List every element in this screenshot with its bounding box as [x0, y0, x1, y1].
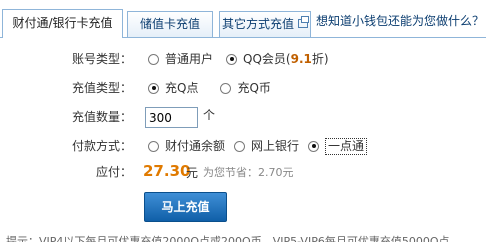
hint-text: 提示：VIP4以下每月可优惠充值2000Q点或200Q币，VIP5-VIP6每月… [6, 235, 450, 242]
tab-stored-value-card[interactable]: 储值卡充值 [127, 11, 213, 38]
radio-online-banking-indicator[interactable] [234, 140, 246, 152]
payable-currency: 元 [186, 166, 199, 180]
radio-tenpay-balance-indicator[interactable] [148, 140, 159, 152]
external-window-icon [298, 16, 309, 28]
radio-yidiantong-label: 一点通 [325, 137, 368, 155]
quantity-unit: 个 [203, 108, 216, 122]
saving-amount: 2.70元 [258, 166, 294, 179]
tab-bar: 财付通/银行卡充值 储值卡充值 其它方式充值 想知道小钱包还能为您做什么？ [0, 0, 486, 40]
quantity-row: 充值数量： [0, 106, 140, 128]
quantity-label: 充值数量： [72, 110, 133, 124]
radio-regular-user-label: 普通用户 [165, 52, 214, 66]
radio-online-banking-label: 网上银行 [251, 139, 300, 153]
radio-q-points[interactable]: 充Q点 [148, 77, 198, 99]
radio-q-points-indicator[interactable] [148, 82, 159, 94]
radio-yidiantong-indicator[interactable] [308, 140, 320, 152]
recharge-type-row: 充值类型： 充Q点 充Q币 [0, 77, 486, 99]
payable-amount: 27.30 [143, 162, 191, 180]
promo-link[interactable]: 想知道小钱包还能为您做什么？ [316, 12, 486, 29]
recharge-now-button[interactable]: 马上充值 [144, 192, 227, 222]
discount-value: 9.1 [290, 52, 312, 66]
payment-method-options: 财付通余额 网上银行 一点通 [148, 135, 380, 157]
radio-qq-member-indicator[interactable] [226, 53, 238, 65]
radio-q-points-label: 充Q点 [165, 81, 199, 95]
account-type-options: 普通用户 QQ会员(9.1折) [148, 48, 342, 70]
radio-qq-member[interactable]: QQ会员(9.1折) [226, 48, 329, 70]
payment-method-label: 付款方式： [72, 139, 133, 153]
payable-row: 应付： [0, 161, 140, 183]
radio-regular-user[interactable]: 普通用户 [148, 48, 213, 70]
quantity-input[interactable] [145, 107, 198, 128]
radio-q-coins-indicator[interactable] [220, 82, 232, 94]
saving-text: 为您节省：2.70元 [203, 164, 294, 180]
radio-qq-member-label: QQ会员(9.1折) [243, 52, 329, 66]
account-type-row: 账号类型： 普通用户 QQ会员(9.1折) [0, 48, 486, 70]
recharge-type-options: 充Q点 充Q币 [148, 77, 284, 99]
tab-tenpay-bank-recharge[interactable]: 财付通/银行卡充值 [2, 9, 123, 38]
radio-q-coins-label: 充Q币 [237, 81, 271, 95]
radio-tenpay-balance-label: 财付通余额 [165, 139, 226, 153]
tab-other-methods-label: 其它方式充值 [221, 17, 294, 31]
account-type-label: 账号类型： [72, 52, 133, 66]
tab-other-methods[interactable]: 其它方式充值 [219, 11, 311, 38]
saving-prefix: 为您节省： [203, 166, 258, 179]
radio-yidiantong[interactable]: 一点通 [308, 137, 368, 155]
payment-method-row: 付款方式： 财付通余额 网上银行 一点通 [0, 135, 486, 157]
radio-online-banking[interactable]: 网上银行 [234, 135, 299, 157]
recharge-type-label: 充值类型： [72, 81, 133, 95]
radio-regular-user-indicator[interactable] [148, 53, 159, 65]
radio-q-coins[interactable]: 充Q币 [220, 77, 271, 99]
radio-tenpay-balance[interactable]: 财付通余额 [148, 135, 225, 157]
